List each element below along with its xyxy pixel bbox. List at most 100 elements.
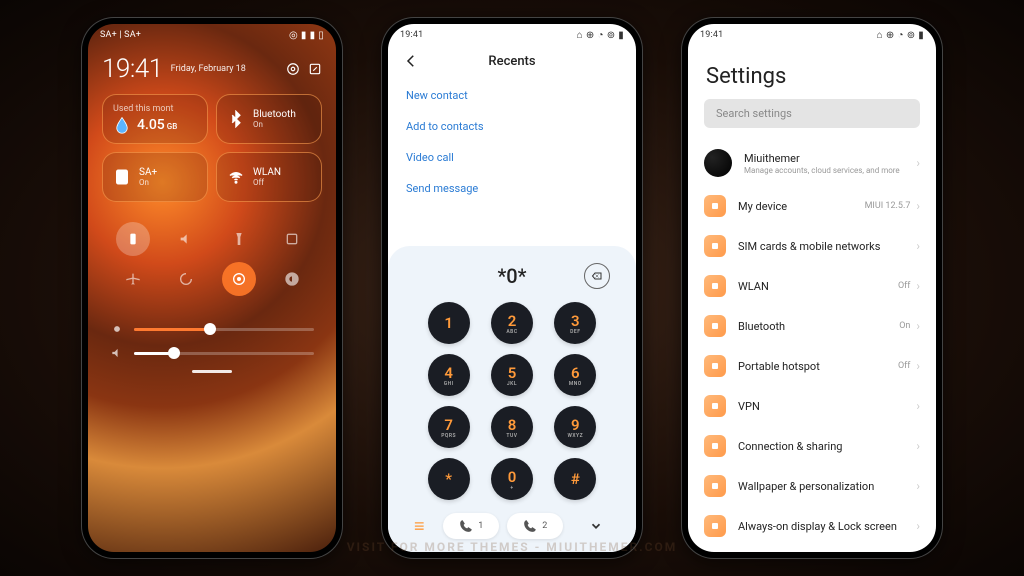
chevron-right-icon: › — [916, 319, 920, 333]
data-usage-tile[interactable]: Used this mont 4.05GB — [102, 94, 208, 144]
time: 19:41 — [400, 30, 423, 40]
chevron-right-icon: › — [916, 359, 920, 373]
action-send-message[interactable]: Send message — [406, 173, 618, 204]
status-icons: ⌂⊕◔⊚▮ — [577, 30, 624, 41]
action-video-call[interactable]: Video call — [406, 142, 618, 173]
row-icon — [704, 355, 726, 377]
status-bar: 19:41 ⌂⊕◔⊚▮ — [388, 24, 636, 46]
status-icons: ⌂⊕◔⊚▮ — [877, 30, 924, 41]
settings-row[interactable]: My deviceMIUI 12.5.7› — [688, 186, 936, 226]
chevron-right-icon: › — [916, 479, 920, 493]
dialkey-#[interactable]: # — [554, 458, 596, 500]
dialkey-7[interactable]: 7PQRS — [428, 406, 470, 448]
dialpad-panel: *0* 1 2ABC 3DEF 4GHI 5JKL 6MNO 7PQRS 8TUV 9WXYZ *… — [388, 246, 636, 552]
row-icon — [704, 275, 726, 297]
avatar — [704, 149, 732, 177]
phone-control-center: SA+ | SA+ ◎▮▮▯ 19:41 Friday, February 18… — [82, 18, 342, 558]
bluetooth-icon — [227, 110, 245, 128]
clock: 19:41 — [102, 54, 163, 84]
airplane-icon[interactable] — [116, 262, 150, 296]
phone-dialer: 19:41 ⌂⊕◔⊚▮ Recents New contact Add to c… — [382, 18, 642, 558]
quick-toggle-grid — [88, 208, 336, 302]
settings-row[interactable]: Wallpaper & personalization› — [688, 466, 936, 506]
volume-icon — [110, 346, 124, 360]
dialkey-9[interactable]: 9WXYZ — [554, 406, 596, 448]
dialkey-*[interactable]: * — [428, 458, 470, 500]
settings-row[interactable]: Always-on display & Lock screen› — [688, 506, 936, 546]
settings-row[interactable]: WLANOff› — [688, 266, 936, 306]
location-icon[interactable] — [222, 262, 256, 296]
chevron-right-icon: › — [916, 279, 920, 293]
rotate-icon[interactable] — [169, 262, 203, 296]
edit-icon[interactable] — [308, 62, 322, 76]
dialkey-6[interactable]: 6MNO — [554, 354, 596, 396]
volume-slider[interactable] — [110, 346, 314, 360]
phone-settings: 19:41 ⌂⊕◔⊚▮ Settings Search settings Miu… — [682, 18, 942, 558]
carrier-label: SA+ | SA+ — [100, 30, 141, 40]
settings-row[interactable]: Connection & sharing› — [688, 426, 936, 466]
chevron-right-icon: › — [916, 239, 920, 253]
dialkey-8[interactable]: 8TUV — [491, 406, 533, 448]
row-icon — [704, 475, 726, 497]
action-new-contact[interactable]: New contact — [406, 80, 618, 111]
dial-display: *0* — [396, 256, 628, 302]
chevron-right-icon: › — [916, 439, 920, 453]
page-title: Recents — [402, 54, 622, 69]
contact-actions: New contact Add to contacts Video call S… — [388, 76, 636, 208]
brightness-slider[interactable] — [110, 322, 314, 336]
wifi-icon — [227, 168, 245, 186]
status-bar: SA+ | SA+ ◎▮▮▯ — [88, 24, 336, 46]
settings-list: Miuithemer Manage accounts, cloud servic… — [688, 140, 936, 552]
data-label: Used this mont — [113, 104, 173, 114]
dialpad: 1 2ABC 3DEF 4GHI 5JKL 6MNO 7PQRS 8TUV 9WXYZ * 0+ # — [396, 302, 628, 500]
chevron-right-icon: › — [916, 519, 920, 533]
settings-row[interactable]: SIM cards & mobile networks› — [688, 226, 936, 266]
dialkey-5[interactable]: 5JKL — [491, 354, 533, 396]
dialkey-2[interactable]: 2ABC — [491, 302, 533, 344]
date: Friday, February 18 — [171, 64, 278, 74]
settings-row[interactable]: Display› — [688, 546, 936, 552]
drag-handle[interactable] — [192, 370, 232, 373]
chevron-right-icon: › — [916, 199, 920, 213]
recents-header: Recents — [388, 46, 636, 76]
call-sim1-button[interactable]: 1 — [443, 513, 499, 539]
dialkey-1[interactable]: 1 — [428, 302, 470, 344]
bluetooth-tile[interactable]: BluetoothOn — [216, 94, 322, 144]
collapse-dialpad-icon[interactable] — [582, 512, 610, 540]
flashlight-icon[interactable] — [222, 222, 256, 256]
row-icon — [704, 195, 726, 217]
chevron-right-icon: › — [916, 399, 920, 413]
brightness-icon — [110, 322, 124, 336]
page-title: Settings — [688, 46, 936, 99]
row-icon — [704, 315, 726, 337]
settings-row[interactable]: BluetoothOn› — [688, 306, 936, 346]
row-icon — [704, 235, 726, 257]
row-icon — [704, 515, 726, 537]
settings-row[interactable]: VPN› — [688, 386, 936, 426]
chevron-right-icon: › — [916, 156, 920, 170]
sim-icon — [113, 168, 131, 186]
status-bar: 19:41 ⌂⊕◔⊚▮ — [688, 24, 936, 46]
settings-icon[interactable] — [286, 62, 300, 76]
dialkey-3[interactable]: 3DEF — [554, 302, 596, 344]
cc-header: 19:41 Friday, February 18 — [88, 46, 336, 88]
dialkey-0[interactable]: 0+ — [491, 458, 533, 500]
wlan-tile[interactable]: WLANOff — [216, 152, 322, 202]
settings-row[interactable]: Portable hotspotOff› — [688, 346, 936, 386]
screenshot-icon[interactable] — [275, 222, 309, 256]
action-add-to-contacts[interactable]: Add to contacts — [406, 111, 618, 142]
row-icon — [704, 395, 726, 417]
search-input[interactable]: Search settings — [704, 99, 920, 128]
droplet-icon — [113, 116, 131, 134]
dialkey-4[interactable]: 4GHI — [428, 354, 470, 396]
call-sim2-button[interactable]: 2 — [507, 513, 563, 539]
backspace-button[interactable] — [584, 263, 610, 289]
menu-icon[interactable]: ≡ — [414, 516, 425, 537]
time: 19:41 — [700, 30, 723, 40]
mute-icon[interactable] — [169, 222, 203, 256]
vibrate-icon[interactable] — [116, 222, 150, 256]
account-row[interactable]: Miuithemer Manage accounts, cloud servic… — [688, 140, 936, 186]
status-icons: ◎▮▮▯ — [289, 30, 324, 41]
dnd-icon[interactable] — [275, 262, 309, 296]
sim-tile[interactable]: SA+On — [102, 152, 208, 202]
